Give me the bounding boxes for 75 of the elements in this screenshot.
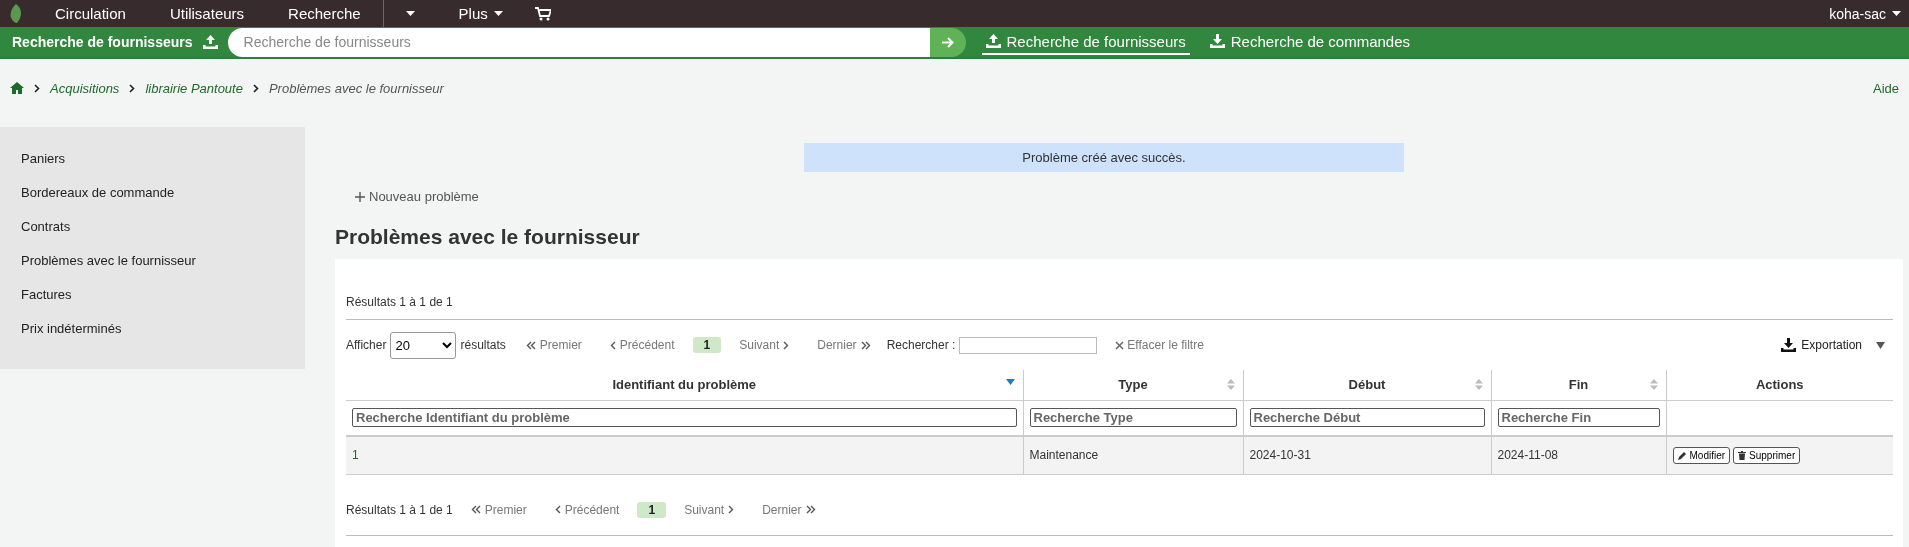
search-tab[interactable]: Recherche de commandes [1205,29,1415,55]
upload-icon [985,34,1001,48]
submit-button[interactable] [929,27,966,57]
export-button[interactable]: Exportation [1775,337,1868,353]
table-cell: 2024-10-31 [1249,448,1311,463]
double-chevron-right-icon [805,505,816,514]
sidebar-item[interactable]: Problèmes avec le fournisseur [21,253,305,271]
column-header[interactable]: Début [1243,370,1491,400]
caret-icon [493,11,503,16]
column-filter-field[interactable]: Recherche Fin [1497,408,1660,428]
chevron-right-icon [34,83,40,93]
leaf-logo[interactable] [9,3,23,24]
chevron-right-icon [129,83,136,93]
plus-icon [355,191,365,202]
column-header[interactable]: Type [1023,370,1243,400]
edit-button[interactable]: Modifier [1672,446,1731,464]
column-filter-field[interactable]: Recherche Type [1029,408,1237,428]
download-icon [1781,338,1797,352]
column-header: Actions [1666,370,1893,400]
double-chevron-left-icon [525,340,536,350]
breadcrumb-link[interactable]: Acquisitions [50,80,120,96]
user-menu[interactable]: koha-sac [1829,5,1909,22]
cart-icon[interactable] [534,6,551,21]
caret-icon [405,11,415,16]
trash-icon [1738,450,1747,460]
caret-icon[interactable] [1876,341,1885,349]
nav-link[interactable]: Utilisateurs [147,0,267,27]
caret-icon [1892,11,1901,16]
breadcrumb-link[interactable]: librairie Pantoute [145,80,243,96]
search-tab[interactable]: Recherche de fournisseurs [981,29,1190,55]
column-filter-field[interactable]: Recherche Identifiant du problème [352,408,1017,428]
nav-link[interactable]: Circulation [33,0,148,27]
search-type-label[interactable]: Recherche de fournisseurs [0,27,228,57]
results-info: Résultats 1 à 1 de 1 [346,295,454,309]
chevron-right-icon [252,83,259,93]
close-icon [1115,340,1125,350]
page-number[interactable]: 1 [637,501,667,518]
sidebar-item[interactable]: Contrats [21,219,305,237]
sidebar-item[interactable]: Prix indéterminés [21,321,305,339]
upload-icon [202,35,218,49]
show-label: Afficher [346,338,387,352]
table-search-field[interactable] [959,336,1098,354]
id-link[interactable]: 1 [352,448,359,463]
sidebar-item[interactable]: Factures [21,287,305,305]
nav-menu[interactable]: Plus [436,0,525,27]
column-filter-field[interactable]: Recherche Début [1249,408,1485,428]
clear-filter-link[interactable]: Effacer le filtre [1115,338,1204,352]
page-number[interactable]: 1 [692,337,722,353]
home-icon[interactable] [10,82,24,94]
download-icon [1209,34,1225,48]
search-field[interactable]: Recherche de fournisseurs [227,27,930,57]
chevron-left-icon [554,505,561,514]
delete-button[interactable]: Supprimer [1733,446,1801,464]
table-cell: Maintenance [1029,448,1099,463]
help-link[interactable]: Aide [1872,80,1899,96]
page-size-select[interactable]: 20 [390,331,457,359]
success-alert: Problème créé avec succès. [804,143,1404,172]
chevron-right-icon [783,340,790,350]
column-header[interactable]: Fin [1491,370,1666,400]
double-chevron-left-icon [470,505,481,514]
show-suffix: résultats [460,338,506,352]
double-chevron-right-icon [860,340,871,350]
column-header[interactable]: Identifiant du problème [346,370,1023,400]
sidebar-item[interactable]: Bordereaux de commande [21,185,305,203]
results-info: Résultats 1 à 1 de 1 [346,502,453,517]
sidebar-item[interactable]: Paniers [21,151,305,169]
pencil-icon [1677,450,1687,460]
search-label: Rechercher : [886,338,956,352]
arrow-right-icon [941,36,954,48]
page-title: Problèmes avec le fournisseur [335,225,641,249]
table-cell: 2024-11-08 [1497,448,1558,463]
chevron-right-icon [728,505,735,514]
nav-link[interactable]: Recherche [266,0,383,27]
chevron-left-icon [609,340,616,350]
new-issue-button[interactable]: Nouveau problème [349,188,485,205]
